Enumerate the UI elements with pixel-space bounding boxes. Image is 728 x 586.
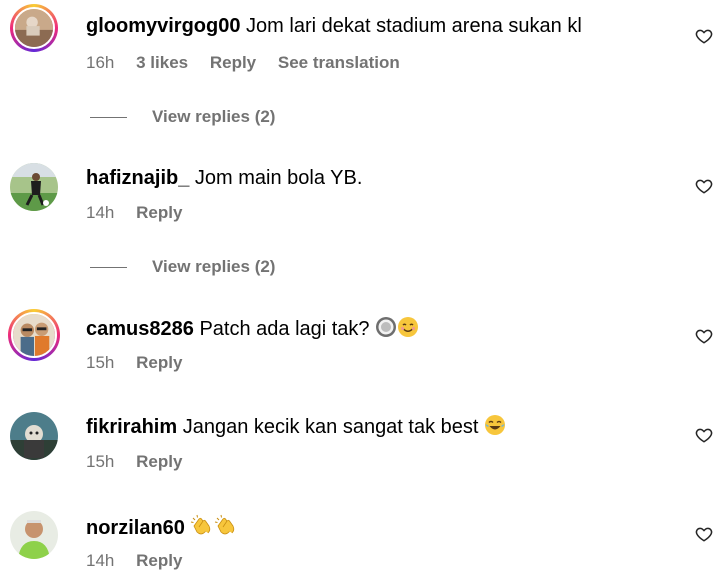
clapping-hands-icon xyxy=(215,514,235,535)
view-replies-label[interactable]: View replies (2) xyxy=(152,107,275,127)
smiling-face-icon xyxy=(398,317,419,337)
comment-line: hafiznajib_ Jom main bola YB. xyxy=(86,166,362,190)
view-replies-label[interactable]: View replies (2) xyxy=(152,257,275,277)
clapping-hands-icon xyxy=(191,514,211,535)
comment-text: Jangan kecik kan sangat tak best xyxy=(182,416,479,438)
reply-button[interactable]: Reply xyxy=(136,452,182,471)
heart-outline-icon[interactable] xyxy=(695,426,713,444)
reply-button[interactable]: Reply xyxy=(136,353,182,372)
comment-text: Jom lari dekat stadium arena sukan kl xyxy=(246,15,582,37)
comment-meta: 14h Reply xyxy=(86,551,199,571)
avatar-image xyxy=(10,412,58,460)
reply-button[interactable]: Reply xyxy=(210,53,256,72)
comment-username[interactable]: norzilan60 xyxy=(86,517,185,539)
avatar-image xyxy=(10,511,58,559)
divider-line xyxy=(90,117,127,118)
comment-likes[interactable]: 3 likes xyxy=(136,53,188,72)
comment-line: fikrirahim Jangan kecik kan sangat tak b… xyxy=(86,414,506,439)
avatar-image xyxy=(13,314,55,356)
comment-line: camus8286 Patch ada lagi tak? xyxy=(86,316,419,341)
comment-username[interactable]: camus8286 xyxy=(86,318,194,340)
avatar[interactable] xyxy=(10,4,58,52)
comment-time[interactable]: 14h xyxy=(86,551,114,570)
comment-text: Jom main bola YB. xyxy=(194,167,363,189)
avatar-image xyxy=(10,163,58,211)
comment-text: Patch ada lagi tak? xyxy=(199,318,370,340)
face-with-tears-of-joy-icon xyxy=(485,415,506,435)
see-translation-button[interactable]: See translation xyxy=(278,53,400,72)
comment-meta: 16h 3 likes Reply See translation xyxy=(86,53,417,73)
comment-username[interactable]: fikrirahim xyxy=(86,416,177,438)
heart-outline-icon[interactable] xyxy=(695,177,713,195)
comment-username[interactable]: hafiznajib_ xyxy=(86,167,189,189)
reply-button[interactable]: Reply xyxy=(136,551,182,570)
comment-time[interactable]: 15h xyxy=(86,353,114,372)
comment-time[interactable]: 16h xyxy=(86,53,114,72)
comment-meta: 14h Reply xyxy=(86,203,199,223)
comment-meta: 15h Reply xyxy=(86,452,199,472)
heart-outline-icon[interactable] xyxy=(695,327,713,345)
comment-line: norzilan60 xyxy=(86,513,238,540)
heart-outline-icon[interactable] xyxy=(695,27,713,45)
comment-meta: 15h Reply xyxy=(86,353,199,373)
white-circle-icon xyxy=(376,317,397,337)
divider-line xyxy=(90,267,127,268)
heart-outline-icon[interactable] xyxy=(695,525,713,543)
comment-line: gloomyvirgog00 Jom lari dekat stadium ar… xyxy=(86,14,582,38)
reply-button[interactable]: Reply xyxy=(136,203,182,222)
comment-time[interactable]: 15h xyxy=(86,452,114,471)
comment-username[interactable]: gloomyvirgog00 xyxy=(86,15,240,37)
avatar[interactable] xyxy=(10,511,58,559)
avatar[interactable] xyxy=(10,412,58,460)
avatar[interactable] xyxy=(8,309,60,361)
avatar[interactable] xyxy=(10,163,58,211)
avatar-image xyxy=(15,9,53,47)
comment-time[interactable]: 14h xyxy=(86,203,114,222)
